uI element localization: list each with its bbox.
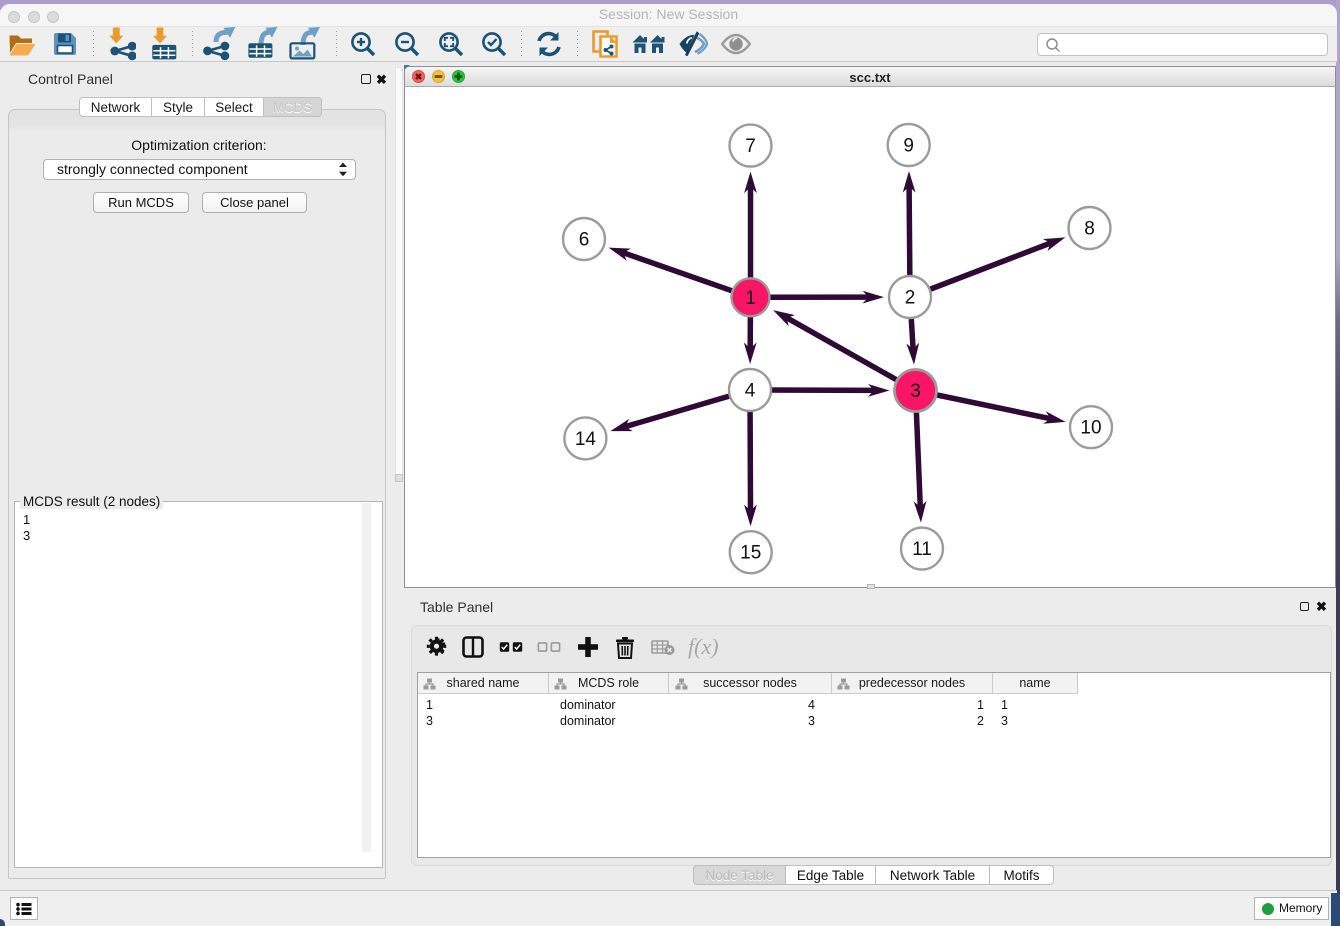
- svg-text:4: 4: [745, 381, 756, 402]
- svg-text:7: 7: [745, 136, 756, 157]
- svg-text:9: 9: [903, 136, 914, 157]
- svg-text:10: 10: [1080, 418, 1101, 439]
- svg-text:15: 15: [740, 543, 761, 564]
- svg-text:6: 6: [579, 230, 590, 251]
- svg-text:11: 11: [912, 539, 932, 560]
- svg-text:2: 2: [905, 288, 916, 309]
- svg-text:3: 3: [910, 381, 921, 402]
- svg-text:1: 1: [745, 288, 756, 309]
- svg-text:8: 8: [1084, 219, 1095, 240]
- svg-text:14: 14: [575, 429, 597, 450]
